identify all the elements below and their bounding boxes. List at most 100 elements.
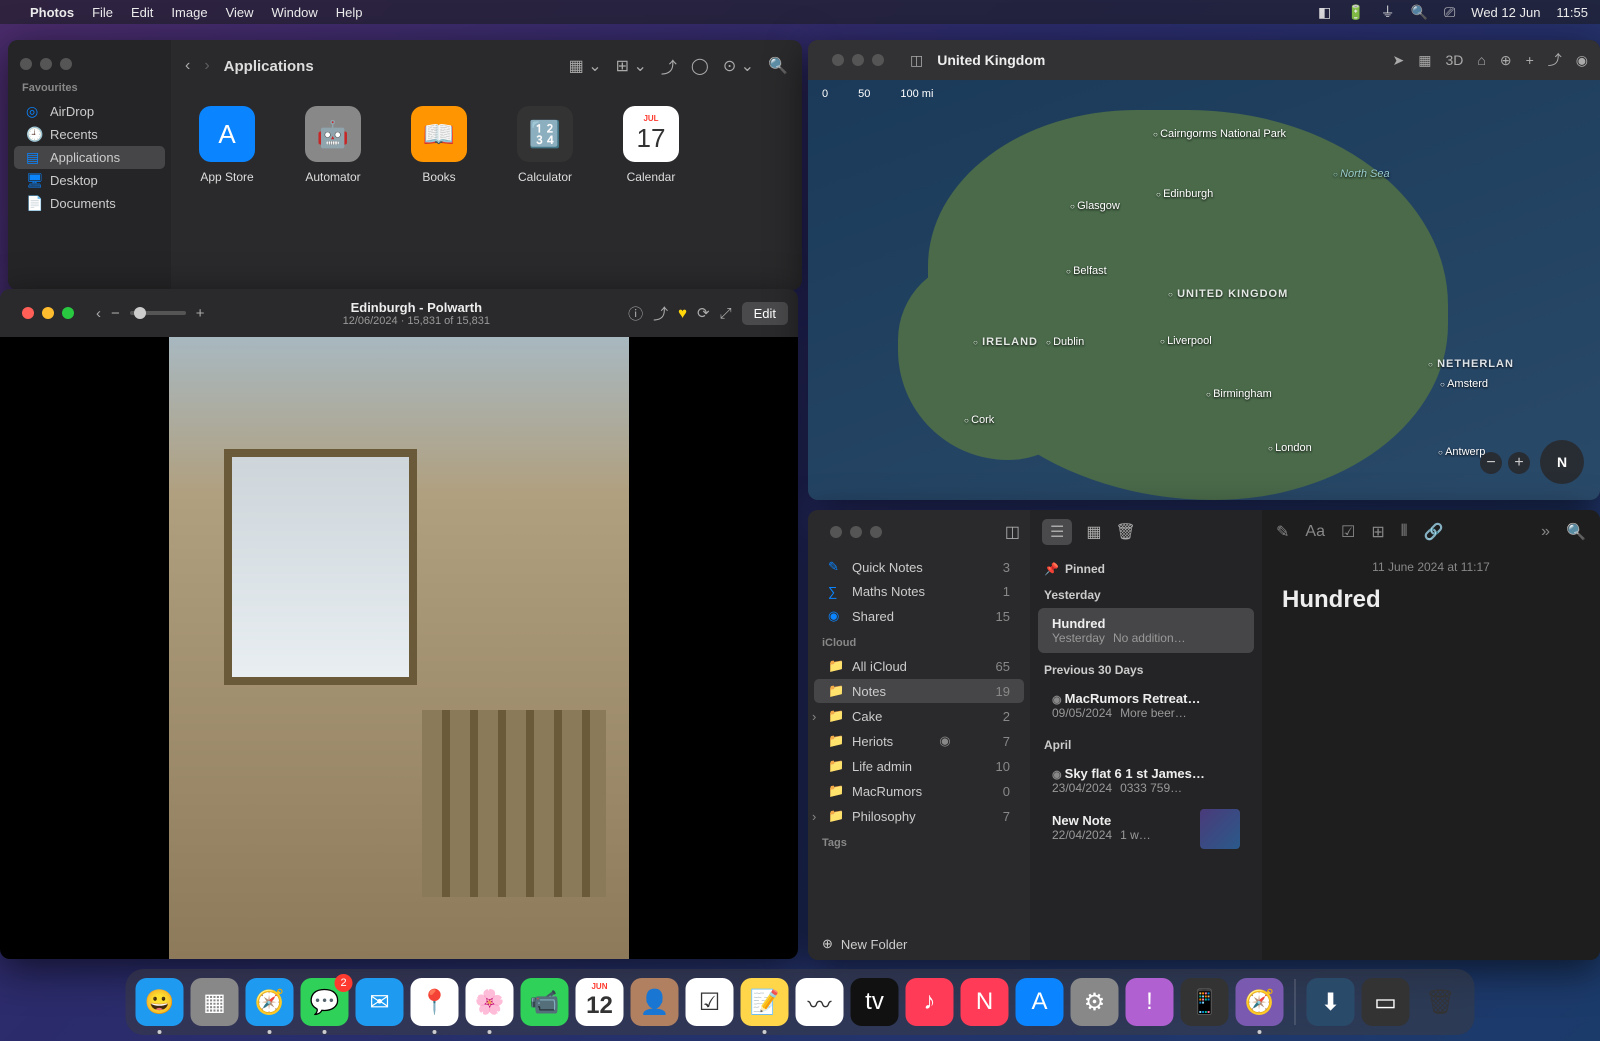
minimize-button[interactable]: [852, 54, 864, 66]
map-label[interactable]: Glasgow: [1070, 200, 1120, 212]
favorite-button[interactable]: ♥: [678, 305, 687, 322]
share-button[interactable]: ⤴: [661, 54, 677, 78]
chevron-right-icon[interactable]: ›: [812, 809, 816, 824]
rotate-button[interactable]: ⟳: [697, 304, 710, 322]
wifi-icon[interactable]: ⏚: [1381, 2, 1395, 22]
spotlight-icon[interactable]: 🔍: [1411, 4, 1428, 21]
dock-music[interactable]: ♪: [906, 978, 954, 1026]
grid-view-button[interactable]: ▦: [1086, 522, 1101, 542]
sidebar-item-recents[interactable]: 🕘Recents: [14, 123, 165, 146]
dock-reminders[interactable]: ☑: [686, 978, 734, 1026]
sidebar-toggle[interactable]: ◫: [1005, 522, 1020, 542]
minimize-button[interactable]: [42, 307, 54, 319]
folder-philosophy[interactable]: ›📁Philosophy7: [814, 804, 1024, 828]
new-folder-button[interactable]: ⊕ New Folder: [808, 928, 1030, 960]
share-button[interactable]: ⤴: [1548, 50, 1562, 70]
dock-feedback[interactable]: !: [1126, 978, 1174, 1026]
maps-location[interactable]: United Kingdom: [937, 52, 1045, 68]
look-around-button[interactable]: ⌂: [1477, 52, 1485, 68]
dock-mail[interactable]: ✉: [356, 978, 404, 1026]
dock-messages[interactable]: 💬2: [301, 978, 349, 1026]
map-label[interactable]: Liverpool: [1160, 335, 1212, 347]
map-label[interactable]: North Sea: [1333, 168, 1390, 180]
dock-archive[interactable]: ▭: [1362, 978, 1410, 1026]
edit-button[interactable]: Edit: [742, 302, 788, 325]
share-button[interactable]: ⤴: [653, 303, 668, 324]
app-calendar[interactable]: JUL17Calendar: [623, 106, 679, 276]
app-books[interactable]: 📖Books: [411, 106, 467, 276]
table-button[interactable]: ⊞: [1371, 522, 1384, 542]
app-app-store[interactable]: AApp Store: [199, 106, 255, 276]
media-button[interactable]: ⫴: [1401, 523, 1408, 541]
map-label[interactable]: Amsterd: [1440, 378, 1488, 390]
dock-contacts[interactable]: 👤: [631, 978, 679, 1026]
zoom-in-button[interactable]: +: [1508, 452, 1530, 474]
folder-quick-notes[interactable]: ✎Quick Notes3: [814, 555, 1024, 579]
dock-finder[interactable]: 😀: [136, 978, 184, 1026]
dock-tv[interactable]: tv: [851, 978, 899, 1026]
menu-image[interactable]: Image: [171, 5, 207, 20]
menubar-date[interactable]: Wed 12 Jun: [1471, 5, 1540, 20]
dock-settings[interactable]: ⚙: [1071, 978, 1119, 1026]
map-canvas[interactable]: 050100 mi Cairngorms National ParkEdinbu…: [808, 80, 1600, 500]
map-label[interactable]: IRELAND: [973, 336, 1038, 348]
list-view-button[interactable]: ☰: [1042, 519, 1072, 545]
zoom-out-button[interactable]: −: [111, 305, 120, 322]
more-button[interactable]: ⊙ ⌄: [723, 56, 754, 76]
menu-file[interactable]: File: [92, 5, 113, 20]
dock-safari-tp[interactable]: 🧭: [1236, 978, 1284, 1026]
map-label[interactable]: UNITED KINGDOM: [1168, 288, 1288, 300]
note-item[interactable]: ◉ Sky flat 6 1 st James…23/04/20240333 7…: [1038, 758, 1254, 803]
tags-button[interactable]: ◯: [691, 56, 709, 76]
chevron-right-icon[interactable]: ›: [812, 709, 816, 724]
new-note-button[interactable]: ✎: [1276, 522, 1289, 542]
menu-edit[interactable]: Edit: [131, 5, 153, 20]
map-label[interactable]: Cork: [964, 414, 994, 426]
note-body[interactable]: Hundred: [1262, 580, 1600, 620]
link-button[interactable]: 🔗: [1423, 522, 1443, 542]
more-button[interactable]: »: [1541, 523, 1550, 541]
menubar-time[interactable]: 11:55: [1556, 5, 1588, 20]
sidebar-item-desktop[interactable]: 🖥Desktop: [14, 169, 165, 192]
search-button[interactable]: 🔍: [1566, 522, 1586, 542]
forward-button[interactable]: ›: [204, 57, 209, 75]
folder-shared[interactable]: ◉Shared15: [814, 604, 1024, 628]
folder-maths-notes[interactable]: ∑Maths Notes1: [814, 580, 1024, 603]
dock-trash[interactable]: 🗑: [1417, 978, 1465, 1026]
note-item[interactable]: ◉ MacRumors Retreat…09/05/2024More beer…: [1038, 683, 1254, 728]
account-button[interactable]: ◉: [1576, 52, 1588, 69]
folder-notes[interactable]: 📁Notes19: [814, 679, 1024, 703]
folder-heriots[interactable]: 📁Heriots◉7: [814, 729, 1024, 753]
maximize-button[interactable]: [60, 58, 72, 70]
zoom-out-button[interactable]: −: [1480, 452, 1502, 474]
menu-view[interactable]: View: [226, 5, 254, 20]
folder-all-icloud[interactable]: 📁All iCloud65: [814, 654, 1024, 678]
search-button[interactable]: 🔍: [768, 56, 788, 76]
compass-button[interactable]: N: [1540, 440, 1584, 484]
delete-note-button[interactable]: 🗑: [1115, 522, 1135, 542]
photo-viewer[interactable]: [0, 337, 798, 959]
close-button[interactable]: [830, 526, 842, 538]
dock-freeform[interactable]: 〰: [796, 978, 844, 1026]
close-button[interactable]: [20, 58, 32, 70]
format-button[interactable]: Aa: [1305, 523, 1325, 541]
dock-facetime[interactable]: 📹: [521, 978, 569, 1026]
app-automator[interactable]: 🤖Automator: [305, 106, 361, 276]
map-label[interactable]: Dublin: [1046, 336, 1084, 348]
dock-notes[interactable]: 📝: [741, 978, 789, 1026]
map-label[interactable]: NETHERLAN: [1428, 358, 1514, 370]
dock-appstore[interactable]: A: [1016, 978, 1064, 1026]
sidebar-item-documents[interactable]: 📄Documents: [14, 192, 165, 215]
back-button[interactable]: ‹: [96, 305, 101, 322]
map-label[interactable]: Belfast: [1066, 265, 1107, 277]
group-button[interactable]: ⊞ ⌄: [616, 56, 647, 76]
menu-help[interactable]: Help: [336, 5, 363, 20]
map-label[interactable]: Cairngorms National Park: [1153, 128, 1286, 140]
icloud-section[interactable]: iCloud: [808, 629, 1030, 653]
dock-safari[interactable]: 🧭: [246, 978, 294, 1026]
expand-button[interactable]: ⤢: [720, 305, 732, 322]
control-center-icon[interactable]: ⎚: [1444, 4, 1455, 21]
minimize-button[interactable]: [40, 58, 52, 70]
dock-maps[interactable]: 📍: [411, 978, 459, 1026]
dock-mirroring[interactable]: 📱: [1181, 978, 1229, 1026]
